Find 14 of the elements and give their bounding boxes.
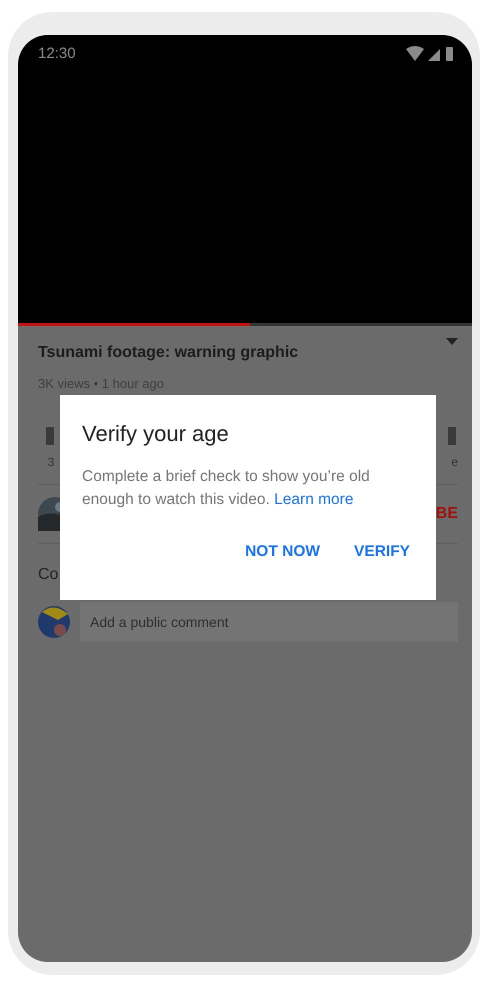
action-label: e	[451, 455, 458, 469]
video-title: Tsunami footage: warning graphic	[38, 344, 298, 362]
dialog-message: Complete a brief check to show you’re old enough to watch this video. Learn more	[82, 467, 371, 510]
comments-heading: Co	[38, 566, 60, 584]
user-avatar	[38, 606, 70, 638]
dialog-title: Verify your age	[82, 421, 230, 447]
status-time: 12:30	[38, 45, 76, 62]
expand-icon[interactable]	[446, 338, 458, 345]
comment-field[interactable]: Add a public comment	[80, 602, 458, 642]
dialog-button[interactable]: VERIFY	[342, 535, 422, 569]
dialog-button[interactable]: NOT NOW	[233, 535, 332, 569]
action-label: 3	[48, 455, 54, 469]
status-icons	[406, 46, 456, 62]
learn-more-link[interactable]: Learn more	[274, 491, 354, 508]
